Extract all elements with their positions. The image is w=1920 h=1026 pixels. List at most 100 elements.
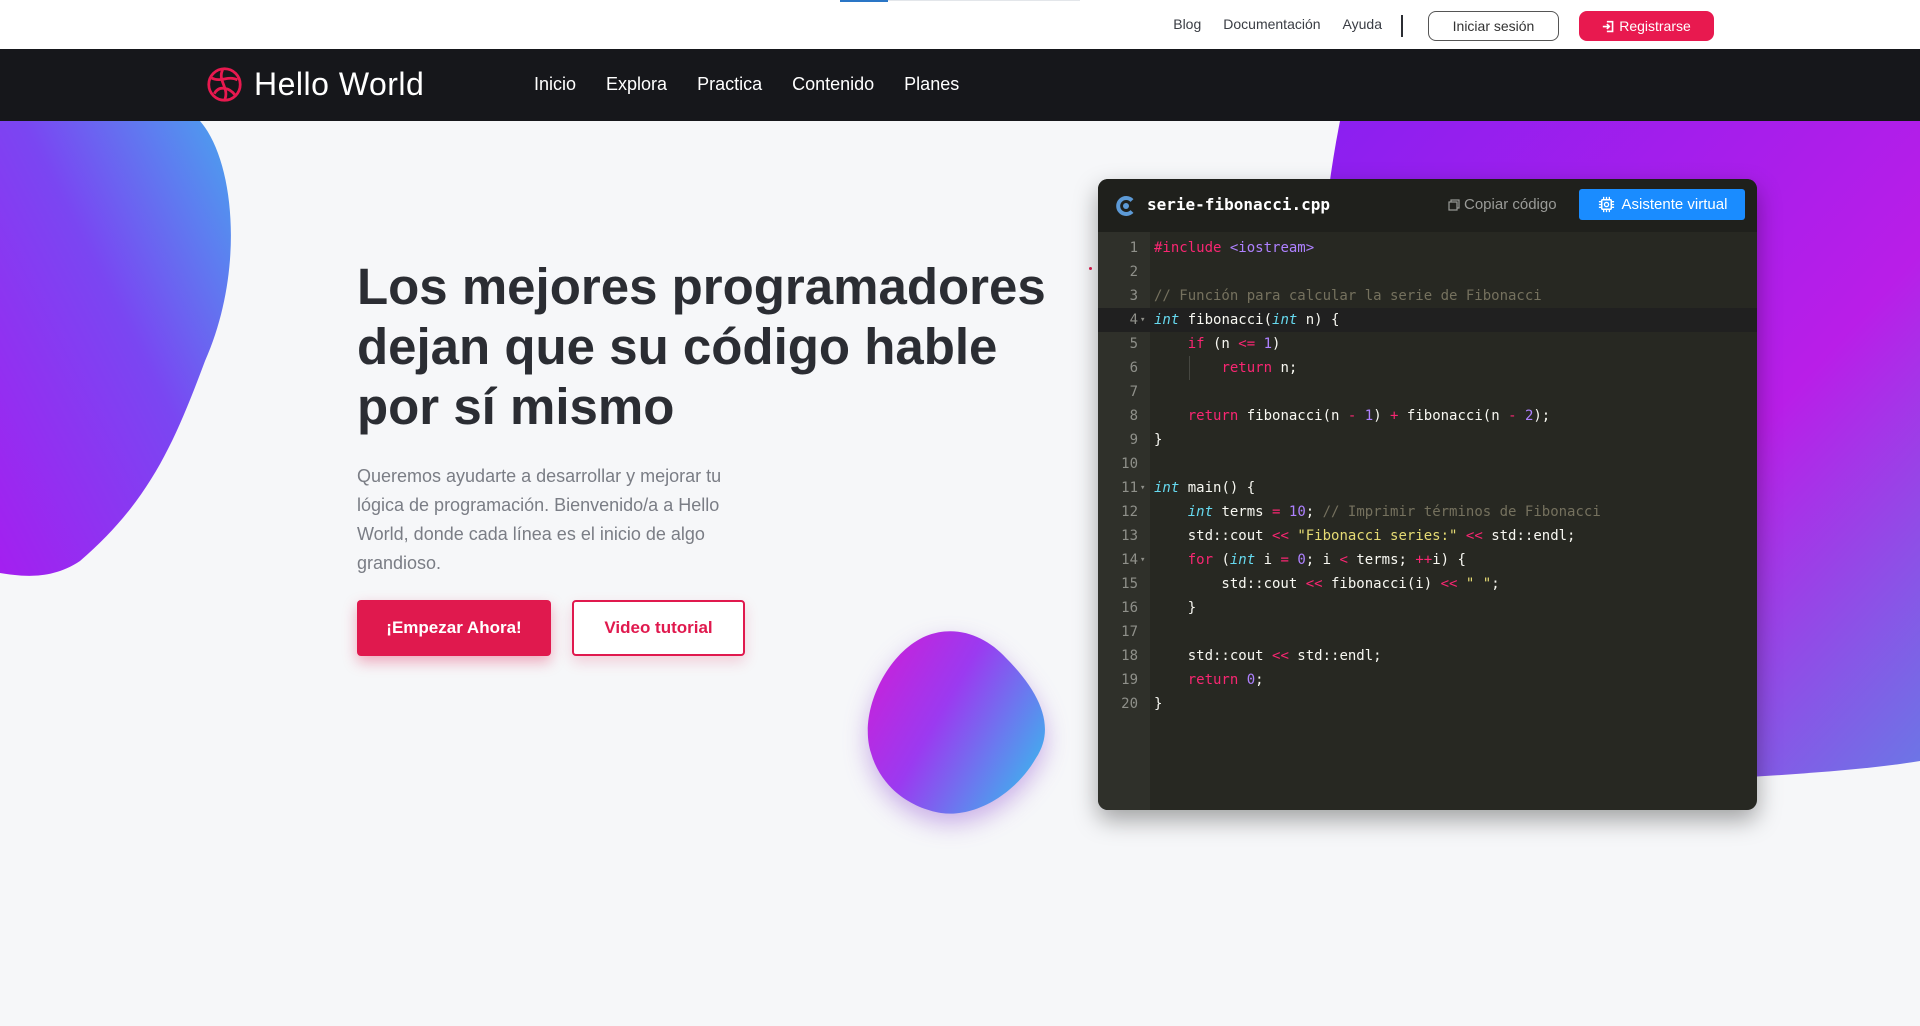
copy-code-label: Copiar código xyxy=(1464,196,1557,213)
top-utility-bar: Blog Documentación Ayuda Iniciar sesión … xyxy=(0,0,1920,49)
line-number: 12 xyxy=(1121,504,1138,520)
code-text: } xyxy=(1154,600,1197,616)
line-number: 20 xyxy=(1121,696,1138,712)
code-text: int terms = 10; // Imprimir términos de … xyxy=(1187,504,1601,520)
video-tutorial-button[interactable]: Video tutorial xyxy=(572,600,745,656)
editor-header: serie-fibonacci.cpp Copiar código Asiste… xyxy=(1098,179,1757,232)
fold-caret-icon[interactable]: ▾ xyxy=(1140,476,1145,500)
code-line: 7 xyxy=(1098,380,1757,404)
fold-caret-icon[interactable]: ▾ xyxy=(1140,308,1145,332)
line-number: 15 xyxy=(1121,576,1138,592)
line-number: 9 xyxy=(1129,432,1138,448)
line-number: 4 xyxy=(1129,312,1138,328)
code-line: 1 #include <iostream> xyxy=(1098,236,1757,260)
loading-indicator xyxy=(840,0,1080,2)
brand-name: Hello World xyxy=(254,66,425,102)
login-button[interactable]: Iniciar sesión xyxy=(1428,11,1559,41)
code-text: std::cout << std::endl; xyxy=(1154,648,1382,664)
file-name: serie-fibonacci.cpp xyxy=(1147,195,1331,214)
code-line: 18 std::cout << std::endl; xyxy=(1098,644,1757,668)
line-number: 17 xyxy=(1121,624,1138,640)
hero-title-line: por sí mismo xyxy=(357,378,675,435)
line-number: 11 xyxy=(1121,480,1138,496)
code-text: // Función para calcular la serie de Fib… xyxy=(1154,288,1542,304)
line-number: 14 xyxy=(1121,552,1138,568)
register-button[interactable]: Registrarse xyxy=(1579,11,1714,41)
sign-in-icon xyxy=(1603,20,1614,32)
copy-icon xyxy=(1448,198,1460,211)
code-text: int fibonacci(int n) { xyxy=(1154,312,1340,328)
hero-title: Los mejores programadores dejan que su c… xyxy=(357,257,1077,437)
brand[interactable]: Hello World xyxy=(206,66,424,103)
code-editor[interactable]: serie-fibonacci.cpp Copiar código Asiste… xyxy=(1098,179,1757,810)
nav-planes[interactable]: Planes xyxy=(904,74,959,95)
code-line: 5 if (n <= 1) xyxy=(1098,332,1757,356)
line-number: 6 xyxy=(1129,360,1138,376)
line-number: 1 xyxy=(1129,240,1138,256)
code-area[interactable]: 1 #include <iostream> 2 3 // Función para ca… xyxy=(1098,232,1757,810)
code-line: 4 ▾ int fibonacci(int n) { xyxy=(1098,308,1757,332)
nav-inicio[interactable]: Inicio xyxy=(534,74,576,95)
code-text: if (n <= 1) xyxy=(1187,336,1281,352)
line-number: 8 xyxy=(1129,408,1138,424)
nav-contenido[interactable]: Contenido xyxy=(792,74,874,95)
decorative-dot xyxy=(1089,267,1092,270)
code-line: 13 std::cout << "Fibonacci series:" << s… xyxy=(1098,524,1757,548)
virtual-assistant-button[interactable]: Asistente virtual xyxy=(1579,189,1745,220)
code-text: for (int i = 0; i < terms; ++i) { xyxy=(1187,552,1466,568)
divider xyxy=(1401,15,1403,37)
indent-guide xyxy=(1189,356,1190,380)
code-text: int main() { xyxy=(1154,480,1256,496)
code-line: 3 // Función para calcular la serie de Fi… xyxy=(1098,284,1757,308)
line-number: 10 xyxy=(1121,456,1138,472)
nav-practica[interactable]: Practica xyxy=(697,74,762,95)
chip-icon xyxy=(1598,196,1614,213)
code-line: 12 int terms = 10; // Imprimir términos … xyxy=(1098,500,1757,524)
top-link-documentation[interactable]: Documentación xyxy=(1223,16,1320,32)
hero-title-line: Los mejores programadores xyxy=(357,258,1046,315)
globe-logo-icon xyxy=(207,67,242,102)
nav-explora[interactable]: Explora xyxy=(606,74,667,95)
copy-code-button[interactable]: Copiar código xyxy=(1448,196,1557,213)
line-number: 16 xyxy=(1121,600,1138,616)
line-number: 2 xyxy=(1129,264,1138,280)
line-number: 7 xyxy=(1129,384,1138,400)
virtual-assistant-label: Asistente virtual xyxy=(1621,196,1728,213)
main-navbar: Hello World Inicio Explora Practica Cont… xyxy=(0,49,1920,121)
code-text: std::cout << "Fibonacci series:" << std:… xyxy=(1154,528,1576,544)
decorative-blob-bottom xyxy=(867,631,1045,814)
line-number: 18 xyxy=(1121,648,1138,664)
start-now-button[interactable]: ¡Empezar Ahora! xyxy=(357,600,551,656)
line-number: 19 xyxy=(1121,672,1138,688)
code-line: 6 return n; xyxy=(1098,356,1757,380)
code-line: 20} xyxy=(1098,692,1757,716)
fold-caret-icon[interactable]: ▾ xyxy=(1140,548,1145,572)
hero-subtitle: Queremos ayudarte a desarrollar y mejora… xyxy=(357,466,722,573)
code-line: 19 return 0; xyxy=(1098,668,1757,692)
line-number: 3 xyxy=(1129,288,1138,304)
code-text: return 0; xyxy=(1187,672,1264,688)
code-text: } xyxy=(1154,432,1163,448)
top-links: Blog Documentación Ayuda xyxy=(1173,16,1382,32)
code-text: std::cout << fibonacci(i) << " "; xyxy=(1154,576,1500,592)
top-link-help[interactable]: Ayuda xyxy=(1343,16,1382,32)
code-line: 2 xyxy=(1098,260,1757,284)
code-line: 16 } xyxy=(1098,596,1757,620)
code-text: return n; xyxy=(1221,360,1298,376)
decorative-blob-left xyxy=(0,121,231,576)
line-number: 5 xyxy=(1129,336,1138,352)
code-line: 11 ▾ int main() { xyxy=(1098,476,1757,500)
register-label: Registrarse xyxy=(1619,18,1691,34)
line-number: 13 xyxy=(1121,528,1138,544)
code-text: #include <iostream> xyxy=(1154,240,1315,256)
top-link-blog[interactable]: Blog xyxy=(1173,16,1201,32)
code-line: 8 return fibonacci(n - 1) + fibonacci(n … xyxy=(1098,404,1757,428)
code-line: 10 xyxy=(1098,452,1757,476)
code-text: } xyxy=(1154,696,1163,712)
code-line: 17 xyxy=(1098,620,1757,644)
hero-title-line: dejan que su código hable xyxy=(357,318,998,375)
nav-links: Inicio Explora Practica Contenido Planes xyxy=(534,74,959,95)
code-text: return fibonacci(n - 1) + fibonacci(n - … xyxy=(1187,408,1551,424)
code-line: 14 ▾ for (int i = 0; i < terms; ++i) { xyxy=(1098,548,1757,572)
code-line: 9} xyxy=(1098,428,1757,452)
